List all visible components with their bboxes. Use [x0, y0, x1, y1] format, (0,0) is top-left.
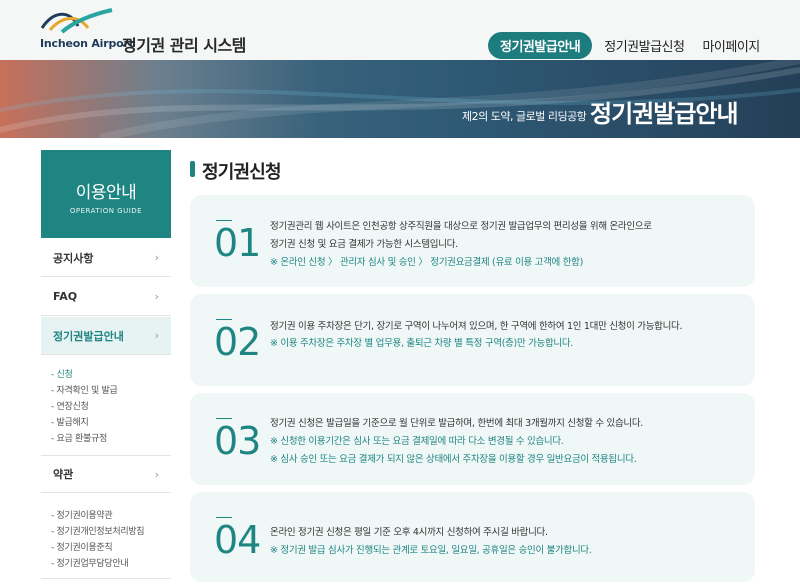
chevron-right-icon: › — [154, 251, 159, 264]
chevron-right-icon: › — [154, 467, 159, 481]
title-accent-bar — [190, 161, 195, 177]
nav-item-guide[interactable]: 정기권발급안내 — [488, 32, 593, 59]
card-number: 01 — [214, 221, 261, 265]
logo-text[interactable]: Incheon Airport — [40, 37, 134, 50]
sidebar-header: 이용안내 OPERATION GUIDE — [41, 150, 171, 238]
card-text: 정기권관리 웹 사이트은 인천공항 상주직원을 대상으로 정기권 발급업무의 편… — [270, 221, 652, 232]
main-nav: 정기권발급안내 정기권발급신청 마이페이지 — [488, 32, 778, 59]
site-title[interactable]: 정기권 관리 시스템 — [122, 32, 246, 56]
info-card-03: 03 정기권 신청은 발급일을 기준으로 월 단위로 발급하며, 한번에 최대 … — [190, 393, 755, 485]
card-text: 정기권 신청은 발급일을 기준으로 월 단위로 발급하며, 한번에 최대 3개월… — [270, 418, 643, 429]
card-text: 온라인 정기권 신청은 평일 기준 오후 4시까지 신청하여 주시길 바랍니다. — [270, 527, 548, 538]
sidebar-subtitle: OPERATION GUIDE — [69, 207, 143, 215]
card-note: ※ 정기권 발급 심사가 진행되는 관계로 토요일, 일요일, 공휴일은 승인이… — [270, 545, 592, 556]
card-note: ※ 신청한 이용기간은 심사 또는 요금 결제일에 따라 다소 변경될 수 있습… — [270, 436, 564, 447]
banner-title: 정기권발급안내 — [590, 100, 739, 128]
sidebar-item-faq[interactable]: FAQ › — [41, 278, 171, 316]
sidebar-subitem-verify[interactable]: - 자격확인 및 발급 — [51, 383, 118, 396]
card-text: 정기권 신청 및 요금 결제가 가능한 시스템입니다. — [270, 239, 458, 250]
banner-subtitle: 제2의 도약, 글로벌 리딩공항 — [462, 110, 587, 123]
sidebar-item-label: 공지사항 — [53, 251, 94, 265]
sidebar-subitem-terms-of-use[interactable]: - 정기권이용약관 — [51, 508, 113, 521]
card-number: 02 — [214, 320, 261, 364]
sidebar-subitem-privacy-policy[interactable]: - 정기권개인정보처리방침 — [51, 524, 145, 537]
nav-item-mypage[interactable]: 마이페이지 — [702, 36, 760, 55]
sidebar-item-label: FAQ — [53, 290, 78, 303]
sidebar-item-guide[interactable]: 정기권발급안내 › — [41, 317, 171, 355]
sidebar-divider — [41, 578, 171, 579]
sidebar-subitem-cancel[interactable]: - 발급해지 — [51, 415, 89, 428]
sidebar-item-label: 정기권발급안내 — [53, 329, 124, 343]
page-title: 정기권신청 — [202, 162, 282, 183]
sidebar-subitem-apply[interactable]: - 신청 — [51, 367, 73, 380]
info-card-02: 02 정기권 이용 주차장은 단기, 장기로 구역이 나누어져 있으며, 한 구… — [190, 294, 755, 386]
incheon-airport-logo-icon[interactable] — [40, 6, 116, 36]
header: Incheon Airport 정기권 관리 시스템 정기권발급안내 정기권발급… — [0, 0, 800, 60]
sidebar-item-label: 약관 — [53, 468, 74, 481]
info-card-04: 04 온라인 정기권 신청은 평일 기준 오후 4시까지 신청하여 주시길 바랍… — [190, 492, 755, 582]
sidebar-item-notice[interactable]: 공지사항 › — [41, 239, 171, 277]
card-note: ※ 온라인 신청 〉 관리자 심사 및 승인 〉 정기권요금결제 (유료 이용 … — [270, 257, 583, 268]
sidebar-subitem-extend[interactable]: - 연장신청 — [51, 399, 89, 412]
card-note: ※ 심사 승인 또는 요금 결제가 되지 않은 상태에서 주차장을 이용할 경우… — [270, 454, 637, 465]
card-note: ※ 이용 주차장은 주차장 별 업무용, 출퇴근 차량 별 특정 구역(층)만 … — [270, 338, 574, 349]
sidebar-subitem-refund[interactable]: - 요금 환불규정 — [51, 431, 107, 444]
card-number: 03 — [214, 419, 261, 463]
chevron-right-icon: › — [154, 290, 159, 303]
nav-item-apply[interactable]: 정기권발급신청 — [604, 36, 685, 55]
sidebar-item-terms[interactable]: 약관 › — [41, 455, 171, 493]
sidebar-subitem-contact[interactable]: - 정기권업무담당안내 — [51, 556, 129, 569]
sidebar-subitem-rules[interactable]: - 정기권이용준칙 — [51, 540, 113, 553]
card-number: 04 — [214, 518, 261, 562]
chevron-right-icon: › — [154, 329, 159, 342]
card-text: 정기권 이용 주차장은 단기, 장기로 구역이 나누어져 있으며, 한 구역에 … — [270, 321, 683, 332]
sidebar-title: 이용안내 — [75, 183, 137, 203]
info-card-01: 01 정기권관리 웹 사이트은 인천공항 상주직원을 대상으로 정기권 발급업무… — [190, 195, 755, 287]
